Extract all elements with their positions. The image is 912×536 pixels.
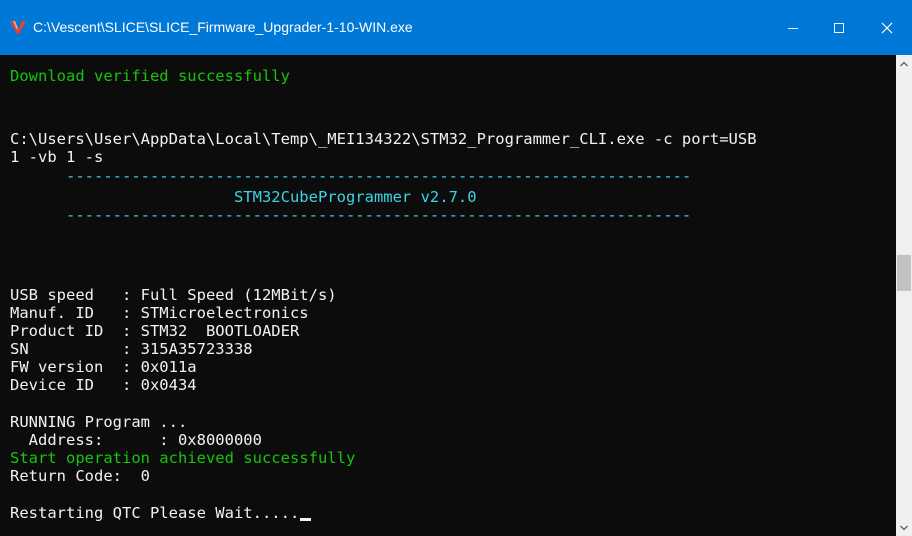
console-line: RUNNING Program ...: [10, 413, 188, 431]
console-window: C:\Vescent\SLICE\SLICE_Firmware_Upgrader…: [0, 0, 912, 536]
window-title: C:\Vescent\SLICE\SLICE_Firmware_Upgrader…: [33, 19, 413, 35]
scrollbar-thumb[interactable]: [897, 255, 911, 291]
scroll-down-button[interactable]: [896, 519, 912, 536]
console-line: Address: : 0x8000000: [10, 431, 262, 449]
maximize-icon: [834, 22, 844, 33]
console-line: Device ID : 0x0434: [10, 376, 197, 394]
console-output[interactable]: Download verified successfully C:\Users\…: [0, 55, 896, 536]
scroll-up-button[interactable]: [896, 55, 912, 72]
console-prompt-line: Restarting QTC Please Wait.....: [10, 504, 312, 522]
console-line: Manuf. ID : STMicroelectronics: [10, 304, 309, 322]
text-cursor: [300, 518, 312, 521]
console-line: 1 -vb 1 -s: [10, 148, 104, 166]
console-line: Start operation achieved successfully: [10, 449, 356, 467]
console-banner: STM32CubeProgrammer v2.7.0: [10, 188, 477, 206]
console-line: Return Code: 0: [10, 467, 150, 485]
minimize-button[interactable]: [770, 0, 816, 55]
vertical-scrollbar[interactable]: [896, 55, 912, 536]
console-line: Download verified successfully: [10, 67, 290, 85]
close-icon: [881, 22, 893, 33]
chevron-down-icon: [900, 525, 908, 530]
console-line: SN : 315A35723338: [10, 340, 253, 358]
console-line: Restarting QTC Please Wait.....: [10, 504, 300, 522]
minimize-icon: [788, 27, 798, 29]
maximize-button[interactable]: [816, 0, 862, 55]
console-separator: ----------------------------------------…: [10, 206, 692, 224]
close-button[interactable]: [862, 0, 912, 55]
console-separator: ----------------------------------------…: [10, 167, 692, 185]
title-bar[interactable]: C:\Vescent\SLICE\SLICE_Firmware_Upgrader…: [0, 0, 912, 55]
chevron-up-icon: [900, 61, 908, 66]
console-line: USB speed : Full Speed (12MBit/s): [10, 286, 337, 304]
console-line: Product ID : STM32 BOOTLOADER: [10, 322, 300, 340]
app-icon: [9, 19, 27, 35]
console-line: C:\Users\User\AppData\Local\Temp\_MEI134…: [10, 130, 757, 148]
console-line: FW version : 0x011a: [10, 358, 197, 376]
